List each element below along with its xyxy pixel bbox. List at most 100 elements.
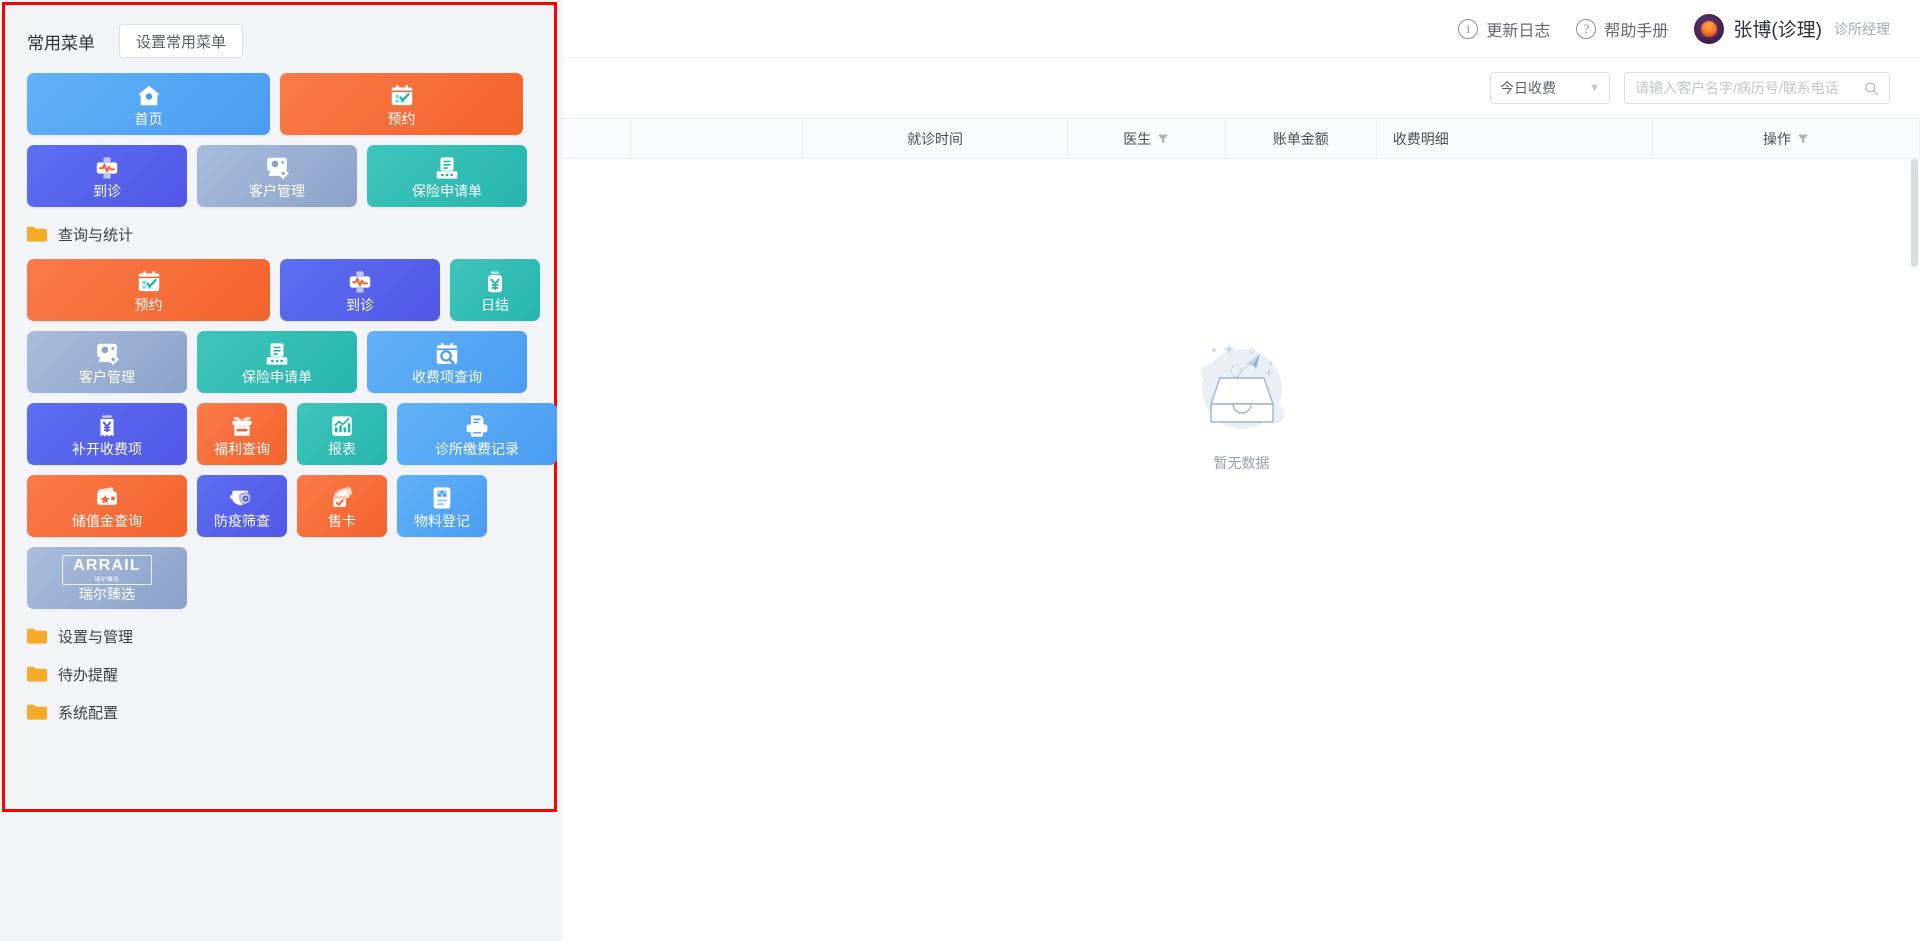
menu-title: 常用菜单 [27,33,95,53]
tile-calendar-search[interactable]: 收费项查询 [367,331,527,393]
user-gear-icon [97,343,119,365]
table-column-header-2: 就诊时间 [803,119,1068,158]
tile-calendar-check[interactable]: 预约 [280,73,523,135]
tile-printer[interactable]: 诊所缴费记录 [397,403,557,465]
charges-table: 就诊时间 医生 账单金额 收费明细 操作 暂无数据 [563,118,1920,941]
folder-item-2[interactable]: 系统配置 [27,695,532,729]
tile-label: 福利查询 [214,440,270,457]
folder-icon [27,628,47,644]
tile-label: 保险申请单 [242,368,312,385]
folder-label: 设置与管理 [58,628,134,646]
table-column-header-3[interactable]: 医生 [1068,119,1226,158]
common-menu-panel: 常用菜单 设置常用菜单 首页 预约 到诊 客户管理 保险申请单 查询与统计 预约… [0,0,562,941]
pulse-monitor-icon [349,270,371,293]
tile-row: 储值金查询 防疫筛查 售卡 物料登记 [27,475,532,537]
tile-mask-shield[interactable]: 防疫筛查 [197,475,287,537]
tile-pulse-monitor[interactable]: 到诊 [280,259,440,321]
tile-pulse-monitor[interactable]: 到诊 [27,145,187,207]
folder-icon [27,226,47,242]
search-input[interactable] [1635,80,1864,96]
user-name: 张博(诊理) [1733,20,1822,41]
gift-box-icon [232,416,252,436]
changelog-button[interactable]: i 更新日志 [1458,17,1550,41]
top-header: i 更新日志 ? 帮助手册 张博(诊理) 诊所经理 [563,0,1920,58]
folder-label: 系统配置 [58,704,119,722]
table-column-header-5: 收费明细 [1377,119,1653,158]
tile-label: 到诊 [93,182,121,199]
mask-shield-icon [230,490,252,505]
printer-icon [466,414,488,437]
wallet-star-icon [97,486,117,505]
card-check-icon [333,486,353,507]
tile-receipt-yen[interactable]: 补开收费项 [27,403,187,465]
tile-label: 保险申请单 [412,182,482,199]
tile-insurance[interactable]: 保险申请单 [367,145,527,207]
tile-gift-box[interactable]: 福利查询 [197,403,287,465]
table-header-row: 就诊时间 医生 账单金额 收费明细 操作 [563,118,1920,159]
customer-search-box[interactable] [1624,72,1890,104]
table-column-header-6[interactable]: 操作 [1653,119,1920,158]
menu-header: 常用菜单 设置常用菜单 [27,23,532,59]
filter-icon[interactable] [1157,133,1169,145]
tile-calendar-check[interactable]: 预约 [27,259,270,321]
tile-row: 客户管理 保险申请单 收费项查询 [27,331,532,393]
charge-scope-value: 今日收费 [1500,80,1556,96]
question-circle-icon: ? [1576,18,1597,39]
folder-icon [27,704,47,720]
home-icon [138,85,159,105]
tile-card-check[interactable]: 售卡 [297,475,387,537]
folder-icon [27,666,47,682]
tile-row-brand: ARRAIL 瑞尔臻选 瑞尔臻选 [27,547,532,609]
tile-insurance[interactable]: 保险申请单 [197,331,357,393]
material-doc-icon [433,486,451,509]
tile-label: 预约 [134,296,163,313]
user-gear-icon [267,157,289,179]
table-column-header-1 [631,119,804,158]
chart-bars-icon [332,415,352,436]
configure-menu-button[interactable]: 设置常用菜单 [119,24,244,58]
user-menu[interactable]: 张博(诊理) 诊所经理 [1694,13,1890,44]
arrail-logo-main: ARRAIL [73,556,141,574]
tile-material-doc[interactable]: 物料登记 [397,475,487,537]
tile-label: 储值金查询 [72,512,142,529]
folder-item-0[interactable]: 设置与管理 [27,619,532,653]
tile-chart-bars[interactable]: 报表 [297,403,387,465]
calendar-check-icon [138,270,159,291]
tile-label: 首页 [134,110,163,127]
tile-label: 客户管理 [79,368,135,385]
calendar-search-icon [436,342,458,364]
tile-wallet-star[interactable]: 储值金查询 [27,475,187,537]
filter-icon[interactable] [1797,133,1809,145]
tile-user-gear[interactable]: 客户管理 [197,145,357,207]
folder-list: 设置与管理待办提醒系统配置 [27,619,532,729]
tile-label: 瑞尔臻选 [79,586,135,603]
column-label: 账单金额 [1272,130,1329,147]
tile-user-gear[interactable]: 客户管理 [27,331,187,393]
user-role: 诊所经理 [1834,20,1890,37]
vertical-scrollbar[interactable] [1911,159,1918,267]
tile-label: 物料登记 [414,512,470,529]
folder-label: 待办提醒 [58,666,119,684]
section-label: 查询与统计 [58,226,134,244]
tile-home[interactable]: 首页 [27,73,270,135]
folder-item-1[interactable]: 待办提醒 [27,657,532,691]
receipt-yen-icon [100,414,114,436]
changelog-label: 更新日志 [1486,22,1551,40]
search-icon[interactable] [1864,81,1879,96]
help-manual-button[interactable]: ? 帮助手册 [1576,17,1668,41]
highlight-border: 常用菜单 设置常用菜单 首页 预约 到诊 客户管理 保险申请单 查询与统计 预约… [2,2,557,812]
tile-label: 预约 [387,110,416,127]
tile-row: 首页 预约 [27,73,532,135]
tile-label: 报表 [328,440,356,457]
section-query-stats[interactable]: 查询与统计 [27,217,532,251]
tile-arrail-select[interactable]: ARRAIL 瑞尔臻选 瑞尔臻选 [27,547,187,609]
search-toolbar: 今日收费 ▼ [563,58,1920,118]
table-column-header-4: 账单金额 [1226,119,1377,158]
tile-label: 售卡 [328,512,356,529]
empty-text: 暂无数据 [1213,455,1270,471]
arrail-logo-icon: ARRAIL 瑞尔臻选 [62,554,152,586]
info-circle-icon: i [1458,18,1479,39]
tile-yen-bottle[interactable]: 日结 [450,259,540,321]
charge-scope-select[interactable]: 今日收费 ▼ [1490,72,1610,104]
column-label: 医生 [1123,130,1152,147]
